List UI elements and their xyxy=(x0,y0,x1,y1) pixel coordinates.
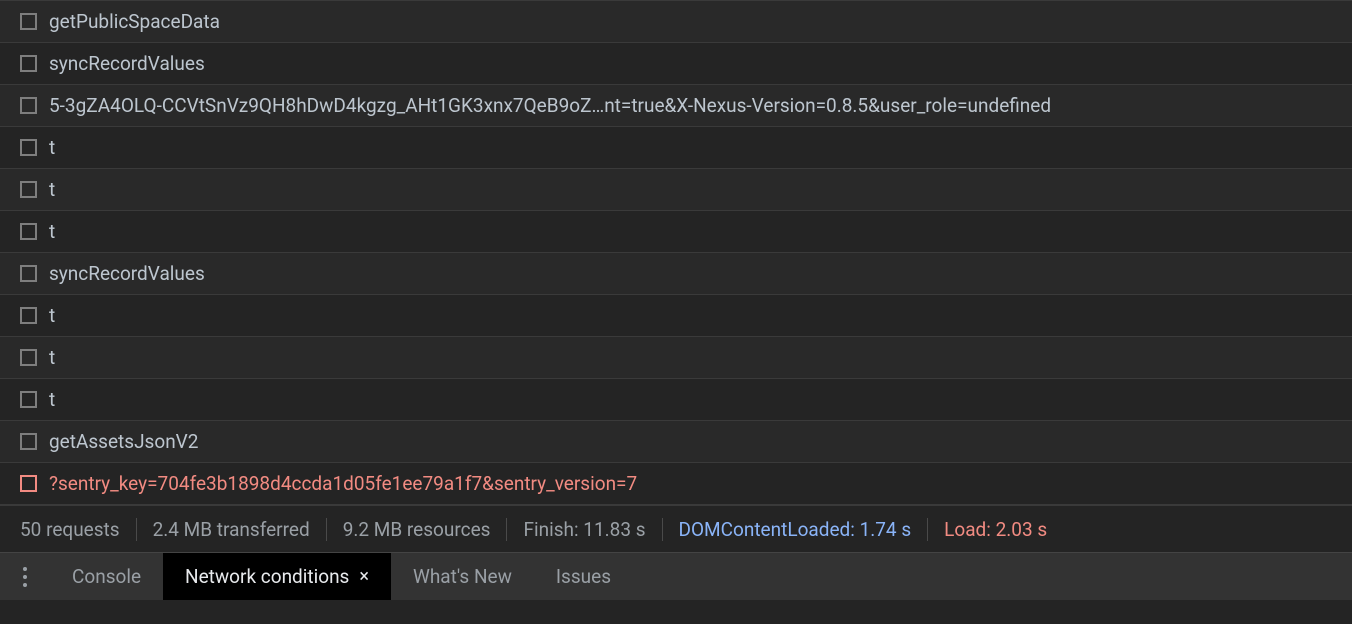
status-domcontentloaded: DOMContentLoaded: 1.74 s xyxy=(663,518,929,541)
initiator-icon xyxy=(20,139,37,156)
network-request-row[interactable]: syncRecordValues xyxy=(0,42,1352,84)
initiator-icon xyxy=(20,223,37,240)
tab-whats-new[interactable]: What's New xyxy=(391,553,534,600)
network-request-row[interactable]: syncRecordValues xyxy=(0,252,1352,294)
request-name: t xyxy=(49,178,55,201)
tab-label: What's New xyxy=(413,565,512,588)
request-name: syncRecordValues xyxy=(49,262,205,285)
request-name: syncRecordValues xyxy=(49,52,205,75)
status-request-count: 50 requests xyxy=(20,518,137,541)
network-request-row[interactable]: 5-3gZA4OLQ-CCVtSnVz9QH8hDwD4kgzg_AHt1GK3… xyxy=(0,84,1352,126)
kebab-menu-icon[interactable] xyxy=(0,567,50,587)
network-request-row[interactable]: t xyxy=(0,294,1352,336)
request-name: t xyxy=(49,346,55,369)
close-icon[interactable]: × xyxy=(359,566,369,587)
network-status-bar: 50 requests 2.4 MB transferred 9.2 MB re… xyxy=(0,504,1352,552)
initiator-icon xyxy=(20,97,37,114)
tab-label: Network conditions xyxy=(185,565,349,588)
request-name: t xyxy=(49,136,55,159)
tab-label: Issues xyxy=(556,565,611,588)
request-name: ?sentry_key=704fe3b1898d4ccda1d05fe1ee79… xyxy=(49,472,637,495)
network-request-row[interactable]: getPublicSpaceData xyxy=(0,0,1352,42)
request-name: t xyxy=(49,220,55,243)
initiator-icon xyxy=(20,307,37,324)
network-request-row[interactable]: t xyxy=(0,210,1352,252)
request-name: 5-3gZA4OLQ-CCVtSnVz9QH8hDwD4kgzg_AHt1GK3… xyxy=(49,94,1051,117)
request-name: t xyxy=(49,388,55,411)
status-resources: 9.2 MB resources xyxy=(327,518,508,541)
initiator-icon xyxy=(20,391,37,408)
initiator-icon xyxy=(20,181,37,198)
tab-label: Console xyxy=(72,565,141,588)
network-request-row[interactable]: getAssetsJsonV2 xyxy=(0,420,1352,462)
initiator-icon xyxy=(20,475,37,492)
network-request-row[interactable]: t xyxy=(0,168,1352,210)
network-request-row[interactable]: t xyxy=(0,336,1352,378)
network-request-row[interactable]: t xyxy=(0,126,1352,168)
status-transferred: 2.4 MB transferred xyxy=(137,518,327,541)
status-finish: Finish: 11.83 s xyxy=(507,518,662,541)
status-load: Load: 2.03 s xyxy=(928,518,1063,541)
request-name: getAssetsJsonV2 xyxy=(49,430,198,453)
tab-issues[interactable]: Issues xyxy=(534,553,633,600)
request-name: t xyxy=(49,304,55,327)
initiator-icon xyxy=(20,349,37,366)
tab-console[interactable]: Console xyxy=(50,553,163,600)
network-request-list: getPublicSpaceData syncRecordValues 5-3g… xyxy=(0,0,1352,504)
tab-network-conditions[interactable]: Network conditions × xyxy=(163,553,391,600)
drawer-tabs: Console Network conditions × What's New … xyxy=(0,552,1352,600)
network-request-row[interactable]: t xyxy=(0,378,1352,420)
initiator-icon xyxy=(20,13,37,30)
initiator-icon xyxy=(20,265,37,282)
network-request-row[interactable]: ?sentry_key=704fe3b1898d4ccda1d05fe1ee79… xyxy=(0,462,1352,504)
initiator-icon xyxy=(20,433,37,450)
request-name: getPublicSpaceData xyxy=(49,10,220,33)
initiator-icon xyxy=(20,55,37,72)
